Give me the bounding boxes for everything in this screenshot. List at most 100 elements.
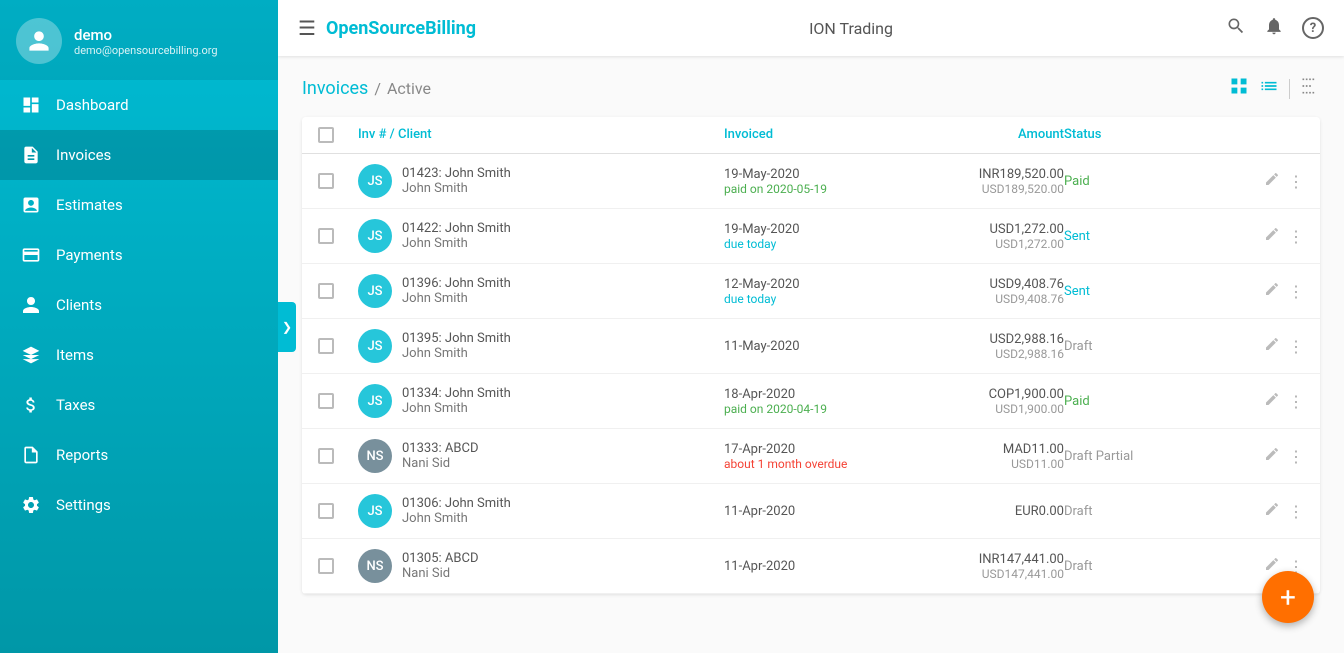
status-cell: Draft xyxy=(1064,339,1224,354)
header-actions xyxy=(1229,76,1320,101)
main-area: ☰ OpenSourceBilling ION Trading ? Invoic… xyxy=(278,0,1344,653)
client-name: Nani Sid xyxy=(402,566,478,581)
add-invoice-fab[interactable]: + xyxy=(1262,571,1314,623)
table-row: NS 01305: ABCD Nani Sid 11-Apr-2020 INR1… xyxy=(302,539,1320,594)
invoice-date: 18-Apr-2020 xyxy=(724,387,904,402)
sidebar-collapse-tab[interactable]: ❯ xyxy=(278,302,296,352)
amount-secondary: USD9,408.76 xyxy=(904,292,1064,306)
invoiced-cell: 18-Apr-2020 paid on 2020-04-19 xyxy=(724,387,904,416)
sidebar-item-payments[interactable]: Payments xyxy=(0,230,278,280)
client-cell: JS 01396: John Smith John Smith xyxy=(358,274,724,308)
amount-cell: INR147,441.00 USD147,441.00 xyxy=(904,552,1064,581)
edit-icon[interactable] xyxy=(1264,501,1280,521)
row-checkbox-cell xyxy=(318,558,358,574)
sidebar-item-label: Dashboard xyxy=(56,96,129,114)
actions-cell: ⋮ xyxy=(1224,226,1304,246)
invoice-number: 01333: ABCD xyxy=(402,441,478,456)
row-checkbox-cell xyxy=(318,393,358,409)
more-options-icon[interactable]: ⋮ xyxy=(1288,172,1304,191)
content-area: Invoices / Active xyxy=(278,56,1344,653)
client-cell: JS 01306: John Smith John Smith xyxy=(358,494,724,528)
amount-cell: USD2,988.16 USD2,988.16 xyxy=(904,332,1064,361)
more-options-icon[interactable]: ⋮ xyxy=(1288,282,1304,301)
sidebar-item-items[interactable]: Items xyxy=(0,330,278,380)
invoiced-cell: 17-Apr-2020 about 1 month overdue xyxy=(724,442,904,471)
more-options-icon[interactable]: ⋮ xyxy=(1288,502,1304,521)
row-checkbox[interactable] xyxy=(318,448,334,464)
sidebar-item-clients[interactable]: Clients xyxy=(0,280,278,330)
sidebar-item-label: Taxes xyxy=(56,396,95,414)
amount-primary: INR147,441.00 xyxy=(904,552,1064,567)
row-checkbox[interactable] xyxy=(318,338,334,354)
header-checkbox[interactable] xyxy=(318,127,334,143)
sidebar-item-dashboard[interactable]: Dashboard xyxy=(0,80,278,130)
row-checkbox-cell xyxy=(318,503,358,519)
sidebar-item-taxes[interactable]: Taxes xyxy=(0,380,278,430)
client-avatar: NS xyxy=(358,549,392,583)
row-checkbox[interactable] xyxy=(318,558,334,574)
user-email: demo@opensourcebilling.org xyxy=(74,44,218,57)
row-checkbox[interactable] xyxy=(318,393,334,409)
client-avatar: JS xyxy=(358,329,392,363)
dashboard-icon xyxy=(20,94,42,116)
invoice-number: 01395: John Smith xyxy=(402,331,511,346)
row-checkbox[interactable] xyxy=(318,173,334,189)
sidebar-item-label: Invoices xyxy=(56,146,111,164)
invoice-date: 11-May-2020 xyxy=(724,339,904,354)
row-checkbox[interactable] xyxy=(318,283,334,299)
client-avatar: JS xyxy=(358,494,392,528)
client-info: 01334: John Smith John Smith xyxy=(402,386,511,416)
settings-icon xyxy=(20,494,42,516)
sidebar-item-estimates[interactable]: Estimates xyxy=(0,180,278,230)
invoice-status-date: paid on 2020-05-19 xyxy=(724,182,904,196)
invoiced-cell: 19-May-2020 paid on 2020-05-19 xyxy=(724,167,904,196)
hamburger-icon[interactable]: ☰ xyxy=(298,16,316,40)
status-cell: Paid xyxy=(1064,394,1224,409)
row-checkbox[interactable] xyxy=(318,228,334,244)
actions-cell: ⋮ xyxy=(1224,446,1304,466)
edit-icon[interactable] xyxy=(1264,446,1280,466)
client-avatar: JS xyxy=(358,274,392,308)
edit-icon[interactable] xyxy=(1264,391,1280,411)
grid-view-icon[interactable] xyxy=(1229,76,1249,101)
view-divider xyxy=(1289,79,1290,99)
help-icon[interactable]: ? xyxy=(1302,17,1324,39)
breadcrumb-link[interactable]: Invoices xyxy=(302,78,368,99)
client-info: 01305: ABCD Nani Sid xyxy=(402,551,478,581)
edit-icon[interactable] xyxy=(1264,171,1280,191)
sidebar-item-label: Clients xyxy=(56,296,102,314)
more-options-icon[interactable]: ⋮ xyxy=(1288,447,1304,466)
status-cell: Draft xyxy=(1064,504,1224,519)
sidebar-item-reports[interactable]: Reports xyxy=(0,430,278,480)
more-options-icon[interactable]: ⋮ xyxy=(1288,392,1304,411)
client-info: 01423: John Smith John Smith xyxy=(402,166,511,196)
actions-cell: ⋮ xyxy=(1224,336,1304,356)
th-invoiced: Invoiced xyxy=(724,127,904,143)
edit-icon[interactable] xyxy=(1264,336,1280,356)
table-row: JS 01422: John Smith John Smith 19-May-2… xyxy=(302,209,1320,264)
row-checkbox[interactable] xyxy=(318,503,334,519)
app-title: ION Trading xyxy=(476,19,1226,38)
client-cell: NS 01305: ABCD Nani Sid xyxy=(358,549,724,583)
edit-icon[interactable] xyxy=(1264,226,1280,246)
notifications-icon[interactable] xyxy=(1264,16,1284,41)
breadcrumb-separator: / xyxy=(374,79,381,98)
sidebar-item-settings[interactable]: Settings xyxy=(0,480,278,530)
client-info: 01396: John Smith John Smith xyxy=(402,276,511,306)
estimates-icon xyxy=(20,194,42,216)
invoices-table: Inv # / Client Invoiced Amount Status JS… xyxy=(302,117,1320,594)
search-icon[interactable] xyxy=(1226,16,1246,41)
filter-icon[interactable] xyxy=(1300,76,1320,101)
table-body: JS 01423: John Smith John Smith 19-May-2… xyxy=(302,154,1320,594)
invoice-date: 11-Apr-2020 xyxy=(724,504,904,519)
edit-icon[interactable] xyxy=(1264,281,1280,301)
list-view-icon[interactable] xyxy=(1259,76,1279,101)
reports-icon xyxy=(20,444,42,466)
client-avatar: JS xyxy=(358,164,392,198)
more-options-icon[interactable]: ⋮ xyxy=(1288,227,1304,246)
sidebar-item-label: Items xyxy=(56,346,94,364)
client-cell: NS 01333: ABCD Nani Sid xyxy=(358,439,724,473)
amount-primary: EUR0.00 xyxy=(904,504,1064,519)
sidebar-item-invoices[interactable]: Invoices xyxy=(0,130,278,180)
more-options-icon[interactable]: ⋮ xyxy=(1288,337,1304,356)
